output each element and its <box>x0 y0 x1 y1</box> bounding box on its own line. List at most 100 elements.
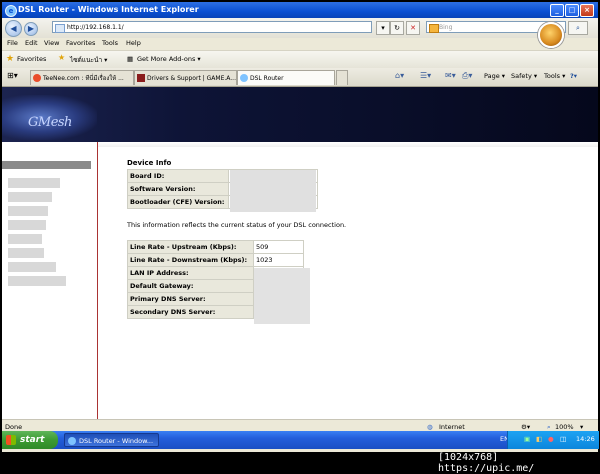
sidebar-item-redacted[interactable] <box>8 248 44 258</box>
system-tray: ▣ ◧ ● ◫ 14:26 <box>507 431 599 449</box>
taskbar-item-label: DSL Router - Window... <box>79 437 154 445</box>
sidebar-item-redacted[interactable] <box>8 178 60 188</box>
sidebar-item-redacted[interactable] <box>8 262 56 272</box>
tools-menu[interactable]: Tools ▾ <box>544 72 565 80</box>
tab-favicon-icon <box>137 74 145 82</box>
suggested-sites[interactable]: ไซต์แนะนำ ▾ <box>70 55 107 65</box>
tab-label: TeeNee.com : ทีนี่มีเรื่องให้ ... <box>43 75 124 82</box>
browser-window: e DSL Router - Windows Internet Explorer… <box>2 2 598 452</box>
start-label: start <box>20 435 45 445</box>
mail-icon[interactable]: ✉▾ <box>445 71 456 80</box>
security-icon[interactable]: ● <box>548 435 554 443</box>
tab-favicon-icon <box>33 74 41 82</box>
home-icon[interactable]: ⌂▾ <box>395 71 404 80</box>
address-url: http://192.168.1.1/ <box>67 24 124 31</box>
router-banner: GMesh <box>2 87 598 142</box>
new-tab-button[interactable] <box>336 70 348 85</box>
row-label: Line Rate - Upstream (Kbps): <box>127 240 254 254</box>
tab-drivers[interactable]: Drivers & Support | GAME.A... <box>134 70 237 85</box>
menu-tools[interactable]: Tools <box>102 39 118 47</box>
maximize-button[interactable]: □ <box>565 4 579 17</box>
favorites-bar: ★ Favorites ★ ไซต์แนะนำ ▾ ▦ Get More Add… <box>2 50 598 68</box>
row-value: 509 <box>253 240 304 254</box>
watermark-text: [1024x768] https://upic.me/ <box>438 452 535 474</box>
taskbar-item-ie[interactable]: DSL Router - Window... <box>64 433 159 447</box>
favorites-button[interactable]: Favorites <box>17 55 46 63</box>
zoom-level[interactable]: 100% <box>555 423 574 431</box>
tab-teenee[interactable]: TeeNee.com : ทีนี่มีเรื่องให้ ... <box>30 70 134 85</box>
sidebar-selected-item[interactable] <box>2 161 91 169</box>
taskbar: start DSL Router - Window... EN ▣ ◧ ● ◫ … <box>2 431 599 449</box>
row-label: Default Gateway: <box>127 279 254 293</box>
get-more-addons[interactable]: Get More Add-ons ▾ <box>137 55 201 63</box>
tab-favicon-icon <box>240 74 248 82</box>
row-label: Line Rate - Downstream (Kbps): <box>127 253 254 267</box>
row-label: Secondary DNS Server: <box>127 305 254 319</box>
zoom-dropdown-icon[interactable]: ▾ <box>580 423 583 431</box>
menu-favorites[interactable]: Favorites <box>66 39 95 47</box>
row-label: Bootloader (CFE) Version: <box>127 195 229 209</box>
close-button[interactable]: × <box>580 4 594 17</box>
sidebar-item-redacted[interactable] <box>8 276 66 286</box>
title-bar: e DSL Router - Windows Internet Explorer… <box>2 2 598 18</box>
network-icon[interactable]: ▣ <box>524 435 530 443</box>
stop-button[interactable]: ✕ <box>406 21 420 35</box>
row-label: Primary DNS Server: <box>127 292 254 306</box>
quick-tabs-icon[interactable]: ⊞▾ <box>7 71 18 80</box>
browser-brand-orb-icon <box>538 22 564 48</box>
table-row: Line Rate - Upstream (Kbps): 509 <box>127 240 304 254</box>
router-sidebar <box>2 142 98 419</box>
addons-icon: ▦ <box>127 55 134 63</box>
feeds-icon[interactable]: ☰▾ <box>420 71 431 80</box>
tab-row: ⊞▾ TeeNee.com : ทีนี่มีเรื่องให้ ... Dri… <box>2 68 598 87</box>
search-button[interactable]: ⌕ <box>568 21 588 35</box>
tab-label: DSL Router <box>250 75 284 82</box>
page-title: Device Info <box>127 159 172 167</box>
menu-view[interactable]: View <box>44 39 59 47</box>
address-input[interactable]: http://192.168.1.1/ <box>52 21 372 33</box>
ie-icon <box>68 437 76 445</box>
favorites-star-icon: ★ <box>6 54 15 64</box>
sidebar-item-redacted[interactable] <box>8 192 52 202</box>
search-placeholder: Bing <box>439 24 453 31</box>
clock: 14:26 <box>576 435 595 443</box>
menu-help[interactable]: Help <box>126 39 141 47</box>
menu-bar: File Edit View Favorites Tools Help <box>2 38 598 50</box>
zone-text: Internet <box>439 423 465 431</box>
add-favorite-icon[interactable]: ★ <box>58 53 65 62</box>
refresh-button[interactable]: ↻ <box>390 21 404 35</box>
windows-flag-icon <box>6 435 16 445</box>
page-menu[interactable]: Page ▾ <box>484 72 505 80</box>
page-content: GMesh Device Info Board ID: Software Ver… <box>2 87 598 419</box>
tab-label: Drivers & Support | GAME.A... <box>147 75 236 82</box>
menu-edit[interactable]: Edit <box>25 39 38 47</box>
status-note: This information reflects the current st… <box>127 221 347 229</box>
tab-dsl-router[interactable]: DSL Router <box>237 70 335 85</box>
device-info-panel: Device Info Board ID: Software Version: … <box>98 142 598 419</box>
sidebar-item-redacted[interactable] <box>8 220 46 230</box>
page-icon <box>55 24 65 33</box>
safety-menu[interactable]: Safety ▾ <box>511 72 537 80</box>
volume-icon[interactable]: ◧ <box>536 435 542 443</box>
protected-mode-icon: ⚙▾ <box>521 423 531 431</box>
back-button[interactable]: ◀ <box>5 20 22 37</box>
forward-button[interactable]: ▶ <box>24 22 38 36</box>
sidebar-item-redacted[interactable] <box>8 234 42 244</box>
tray-icon[interactable]: ◫ <box>560 435 566 443</box>
panel-top-shade <box>98 142 598 147</box>
minimize-button[interactable]: _ <box>550 4 564 17</box>
sidebar-item-redacted[interactable] <box>8 206 48 216</box>
redacted-values <box>254 268 310 324</box>
print-icon[interactable]: ⎙▾ <box>462 71 472 81</box>
dropdown-icon[interactable]: ▾ <box>376 21 390 35</box>
row-label: Board ID: <box>127 169 229 183</box>
start-button[interactable]: start <box>2 431 58 449</box>
menu-file[interactable]: File <box>7 39 18 47</box>
row-label: Software Version: <box>127 182 229 196</box>
bing-icon <box>429 24 439 33</box>
address-row: ◀ ▶ http://192.168.1.1/ ▾ ↻ ✕ Bing ⌕ <box>2 18 598 38</box>
help-menu[interactable]: ?▾ <box>570 72 577 80</box>
table-row: Line Rate - Downstream (Kbps): 1023 <box>127 253 304 267</box>
globe-icon: ◍ <box>427 423 433 431</box>
status-text: Done <box>5 423 23 431</box>
